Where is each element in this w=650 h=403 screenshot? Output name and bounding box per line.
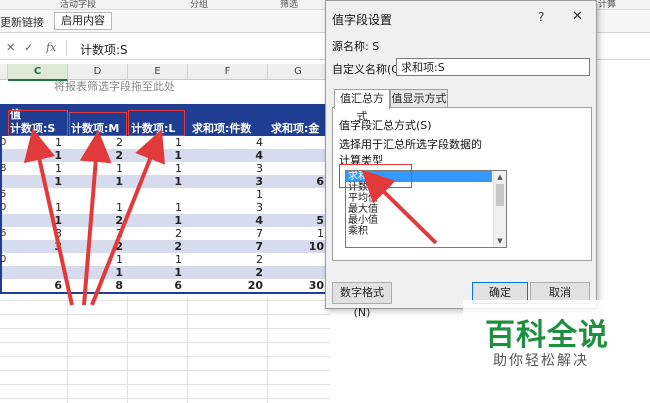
list-scrollbar[interactable]: ▲ ▼	[493, 171, 506, 247]
grid-line	[67, 296, 68, 403]
calculation-option[interactable]: 乘积	[346, 226, 492, 237]
watermark: 百科全说 助你轻松解决	[463, 300, 638, 380]
grid-line	[0, 342, 330, 343]
grid-line	[0, 398, 330, 399]
value-field-settings-dialog: 值字段设置 ? ✕ 源名称: S 自定义名称(C): 求和项:S 值汇总方式 值…	[325, 0, 597, 319]
grid-line	[0, 370, 330, 371]
refresh-links-label[interactable]: 更新链接	[0, 14, 44, 30]
calculation-option[interactable]: 最小值	[346, 215, 492, 226]
column-header-f[interactable]: F	[188, 64, 268, 80]
grid-line	[0, 300, 330, 301]
source-name-label: 源名称: S	[332, 40, 380, 53]
summarize-tab-panel: 值字段汇总方式(S) 选择用于汇总所选字段数据的 计算类型 求和 计数 平均值 最大值…	[332, 107, 592, 261]
cancel-icon[interactable]: ✕	[6, 41, 15, 54]
grid-line	[0, 356, 330, 357]
highlight-box-sum	[339, 164, 412, 188]
calculation-option[interactable]: 最大值	[346, 204, 492, 215]
ribbon-group-filter: 筛选	[280, 0, 299, 10]
enable-content-button[interactable]: 启用内容	[54, 12, 112, 30]
watermark-title: 百科全说	[485, 318, 609, 353]
ribbon-group-group: 分组	[190, 0, 209, 10]
formula-separator	[66, 40, 67, 56]
watermark-subtitle: 助你轻松解决	[493, 353, 589, 369]
column-header-g[interactable]: G	[268, 64, 329, 80]
tab-show-values-as[interactable]: 值显示方式	[390, 89, 448, 108]
number-format-button[interactable]: 数字格式(N)	[332, 282, 392, 319]
section-title: 值字段汇总方式(S)	[339, 119, 432, 132]
tab-summarize-by[interactable]: 值汇总方式	[334, 89, 390, 123]
grid-line	[0, 384, 330, 385]
column-header-stub[interactable]	[0, 64, 8, 80]
grid-line	[187, 296, 188, 403]
scroll-thumb[interactable]	[496, 184, 504, 206]
ribbon-group-active-field: 活动字段	[60, 0, 97, 10]
formula-input[interactable]: 计数项:S	[80, 41, 128, 58]
scroll-down-icon[interactable]: ▼	[494, 235, 506, 247]
grid-line	[267, 296, 268, 403]
function-icon[interactable]: fx	[46, 41, 56, 54]
ribbon-group-calc: 计算	[598, 0, 617, 10]
report-filter-drop-hint: 将报表筛选字段拖至此处	[54, 80, 175, 93]
scroll-up-icon[interactable]: ▲	[494, 171, 506, 183]
grid-line	[127, 296, 128, 403]
dialog-title: 值字段设置	[332, 13, 393, 27]
help-icon[interactable]: ?	[538, 10, 544, 24]
calculation-option[interactable]: 平均值	[346, 193, 492, 204]
close-icon[interactable]: ✕	[572, 9, 583, 24]
highlight-box-count-l	[128, 110, 185, 136]
custom-name-input[interactable]: 求和项:S	[396, 58, 590, 76]
highlight-box-count-s	[8, 110, 68, 136]
highlight-box-count-m	[69, 112, 127, 136]
grid-line	[0, 328, 330, 329]
description-line-1: 选择用于汇总所选字段数据的	[339, 138, 482, 151]
confirm-icon[interactable]: ✓	[24, 41, 33, 54]
grid-line	[0, 314, 330, 315]
